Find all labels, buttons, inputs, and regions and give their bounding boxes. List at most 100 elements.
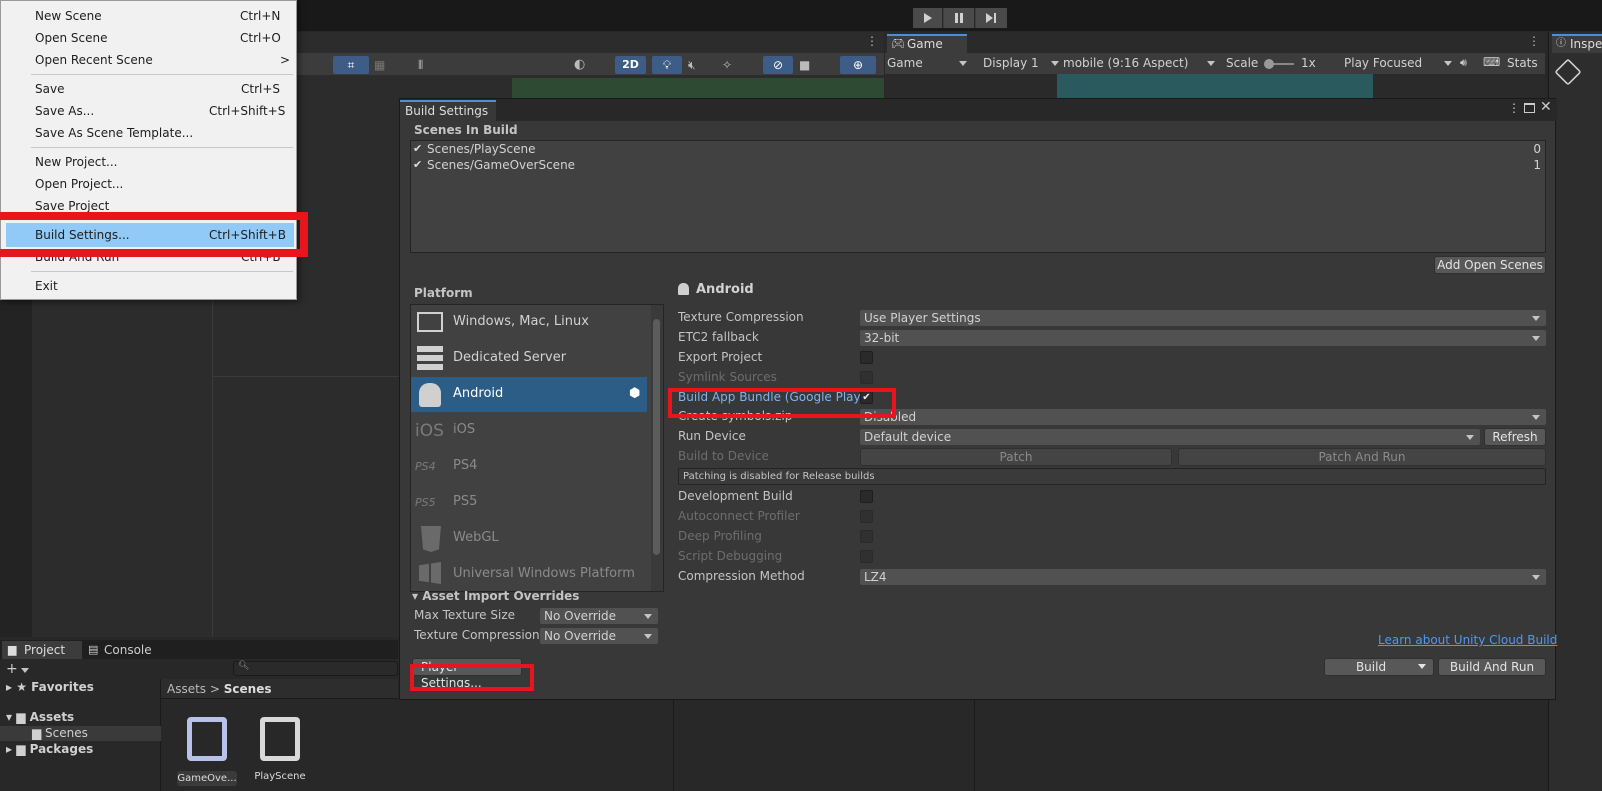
scenes-list[interactable]: ✔ Scenes/PlayScene 0 ✔ Scenes/GameOverSc… (410, 140, 1546, 253)
scale-slider-handle[interactable] (1264, 59, 1274, 69)
scene-asset-gameover[interactable]: GameOve... (177, 711, 237, 787)
scale-slider[interactable] (1264, 59, 1294, 69)
packages-node[interactable]: ▸ ▆ Packages (6, 742, 93, 756)
shading-mode-button[interactable]: ◐ (574, 56, 610, 74)
gizmos-button[interactable]: ⊕ (840, 56, 876, 74)
inspector-panel (1548, 32, 1602, 791)
window-tab[interactable]: Build Settings (400, 100, 496, 121)
grid-snap-button[interactable]: ⌗ (333, 56, 369, 74)
game-tab[interactable]: 🎮︎ Game (887, 34, 967, 53)
scene-grid-line (212, 376, 402, 377)
refresh-button[interactable]: Refresh (1484, 428, 1546, 446)
menu-exit[interactable]: Exit (35, 279, 58, 293)
inspector-tab[interactable]: ⓘ Inspe (1552, 34, 1602, 53)
maximize-icon[interactable] (1524, 103, 1535, 113)
platform-scrollbar[interactable] (651, 305, 663, 591)
platform-title: Android (696, 282, 754, 297)
ios-icon: iOS (415, 421, 444, 441)
folder-icon: ▆ (8, 643, 17, 656)
compression-method-dropdown[interactable]: LZ4 (860, 569, 1546, 585)
display-dropdown[interactable]: Display 1 (983, 53, 1063, 74)
platform-list[interactable]: Windows, Mac, Linux Dedicated Server And… (410, 304, 664, 592)
stats-button[interactable]: Stats (1507, 53, 1538, 74)
more-icon[interactable]: ⋮ (1508, 101, 1520, 115)
menu-new-project[interactable]: New Project... (35, 155, 118, 169)
create-symbols-dropdown[interactable]: Disabled (860, 409, 1546, 425)
add-open-scenes-button[interactable]: Add Open Scenes (1434, 256, 1546, 274)
asset-import-header[interactable]: ▾ Asset Import Overrides (412, 589, 579, 603)
patch-button[interactable]: Patch (860, 448, 1172, 466)
run-device-dropdown[interactable]: Default device (860, 429, 1480, 445)
build-to-device-label: Build to Device (678, 449, 769, 463)
ruler-button[interactable]: ⦀ (418, 56, 452, 74)
mute-audio-icon[interactable]: 🔊︎ (1460, 56, 1467, 70)
tab-console[interactable]: ▤ Console (86, 641, 166, 659)
project-search[interactable]: 🔍︎ (233, 661, 398, 676)
export-project-checkbox[interactable] (860, 351, 873, 364)
audio-toggle[interactable]: 🔇︎ (688, 56, 716, 74)
lighting-toggle[interactable]: 💡︎ (652, 56, 682, 74)
build-dropdown-arrow[interactable] (1418, 664, 1426, 669)
assets-node[interactable]: ▾ ▆ Assets (6, 710, 74, 724)
build-and-run-button[interactable]: Build And Run (1438, 658, 1546, 676)
shortcuts-icon[interactable]: ⌨︎ (1483, 55, 1500, 69)
platform-webgl[interactable]: WebGL (411, 521, 647, 556)
2d-toggle[interactable]: 2D (615, 56, 646, 74)
scene-more-icon[interactable]: ⋮ (866, 34, 878, 48)
platform-uwp[interactable]: Universal Windows Platform (411, 557, 647, 591)
camera-button[interactable]: ■ (799, 56, 833, 74)
tab-project[interactable]: ▆ Project (2, 641, 82, 659)
game-mode-dropdown[interactable]: Game (887, 53, 973, 74)
menu-open-project[interactable]: Open Project... (35, 177, 123, 191)
menu-separator (31, 147, 293, 148)
platform-android[interactable]: Android ⬢ (411, 377, 647, 412)
breadcrumb-assets[interactable]: Assets (167, 682, 206, 696)
menu-save-as[interactable]: Save As... (35, 104, 94, 118)
autoconnect-profiler-checkbox[interactable] (860, 510, 873, 523)
menu-save[interactable]: Save (35, 82, 64, 96)
play-focus-dropdown[interactable]: Play Focused (1344, 53, 1456, 74)
max-texture-size-dropdown[interactable]: No Override (540, 608, 658, 624)
platform-dedicated-server[interactable]: Dedicated Server (411, 341, 647, 376)
scene-row[interactable]: ✔ Scenes/PlayScene 0 (411, 142, 1545, 158)
favorites-node[interactable]: ▸ ★ Favorites (6, 680, 94, 694)
play-button[interactable] (913, 8, 943, 28)
increment-snap-button[interactable]: ▦ (374, 56, 408, 74)
scene-asset-playscene[interactable]: PlayScene (250, 711, 310, 787)
game-more-icon[interactable]: ⋮ (1528, 34, 1540, 48)
step-icon (986, 13, 993, 23)
aspect-dropdown[interactable]: mobile (9:16 Aspect) (1063, 53, 1219, 74)
step-button[interactable] (976, 8, 1007, 28)
platform-ps4[interactable]: PS4 PS4 (411, 449, 647, 484)
patch-and-run-button[interactable]: Patch And Run (1178, 448, 1546, 466)
texture-compression-dropdown[interactable]: Use Player Settings (860, 310, 1546, 326)
platform-ios[interactable]: iOS iOS (411, 413, 647, 448)
menu-save-project[interactable]: Save Project (35, 199, 109, 213)
menu-open-recent-scene[interactable]: Open Recent Scene (35, 53, 153, 67)
game-tab-label: Game (907, 37, 943, 51)
effects-button[interactable]: ✧ (722, 56, 756, 74)
menu-new-scene[interactable]: New Scene (35, 9, 102, 23)
ps5-icon: PS5 (415, 496, 436, 509)
override-texture-compression-dropdown[interactable]: No Override (540, 628, 658, 644)
deep-profiling-checkbox[interactable] (860, 530, 873, 543)
check-icon[interactable]: ✔ (413, 158, 422, 171)
symlink-sources-checkbox[interactable] (860, 371, 873, 384)
close-icon[interactable]: ✕ (1540, 99, 1552, 115)
platform-windows[interactable]: Windows, Mac, Linux (411, 305, 647, 340)
development-build-checkbox[interactable] (860, 490, 873, 503)
check-icon[interactable]: ✔ (413, 142, 422, 155)
create-button[interactable]: + (6, 661, 29, 677)
menu-open-scene[interactable]: Open Scene (35, 31, 107, 45)
unity-scene-icon (260, 717, 300, 761)
platform-ps5[interactable]: PS5 PS5 (411, 485, 647, 520)
breadcrumb-scenes[interactable]: Scenes (224, 682, 272, 696)
pause-button[interactable] (944, 8, 975, 28)
cloud-build-link[interactable]: Learn about Unity Cloud Build (1378, 633, 1557, 647)
hidden-objects-toggle[interactable]: ⊘ (763, 56, 793, 74)
etc2-fallback-dropdown[interactable]: 32-bit (860, 330, 1546, 346)
script-debugging-checkbox[interactable] (860, 550, 873, 563)
menu-save-as-template[interactable]: Save As Scene Template... (35, 126, 193, 140)
scene-row[interactable]: ✔ Scenes/GameOverScene 1 (411, 158, 1545, 174)
scenes-header: Scenes In Build (414, 123, 518, 137)
